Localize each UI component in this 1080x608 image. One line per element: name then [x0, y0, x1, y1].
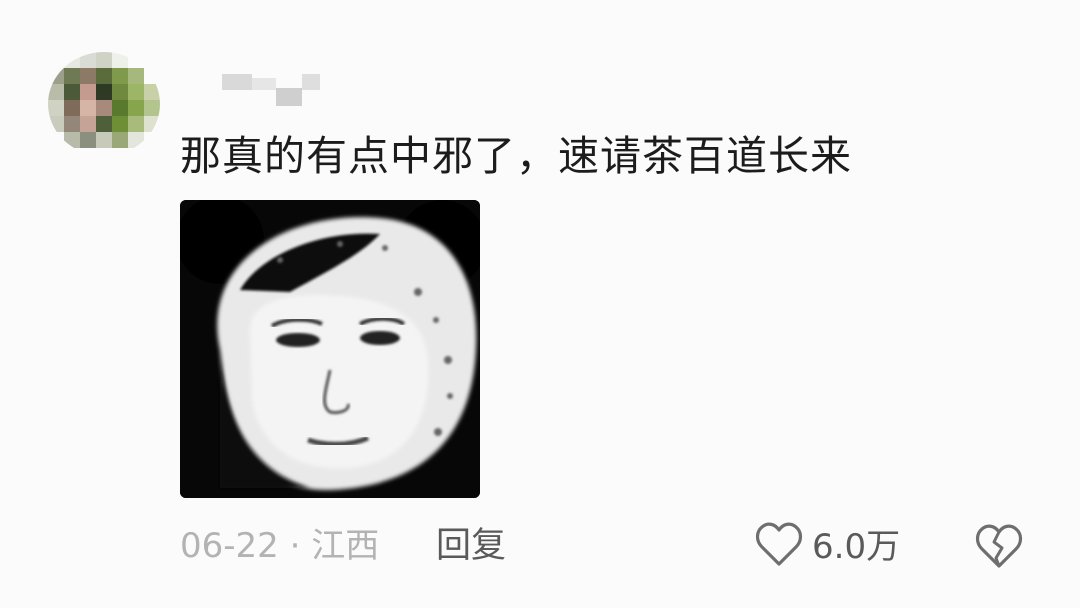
like-button[interactable]: 6.0万: [754, 522, 900, 572]
reply-button[interactable]: 回复: [436, 524, 506, 568]
like-count: 6.0万: [812, 527, 901, 567]
broken-heart-icon: [974, 524, 1024, 574]
meme-sticker-image[interactable]: [180, 200, 480, 498]
username-redacted[interactable]: [222, 74, 322, 108]
sticker-drawing: [180, 200, 480, 498]
heart-outline-icon: [754, 522, 804, 572]
comment-date-location: 06-22 · 江西: [180, 526, 380, 566]
comment-text: 那真的有点中邪了，速请茶百道长来: [180, 132, 852, 180]
dislike-button[interactable]: [974, 522, 1024, 570]
avatar[interactable]: [48, 52, 160, 156]
comment-item: 那真的有点中邪了，速请茶百道长来 06-22 · 江西 回复 6.0万: [0, 0, 1080, 608]
